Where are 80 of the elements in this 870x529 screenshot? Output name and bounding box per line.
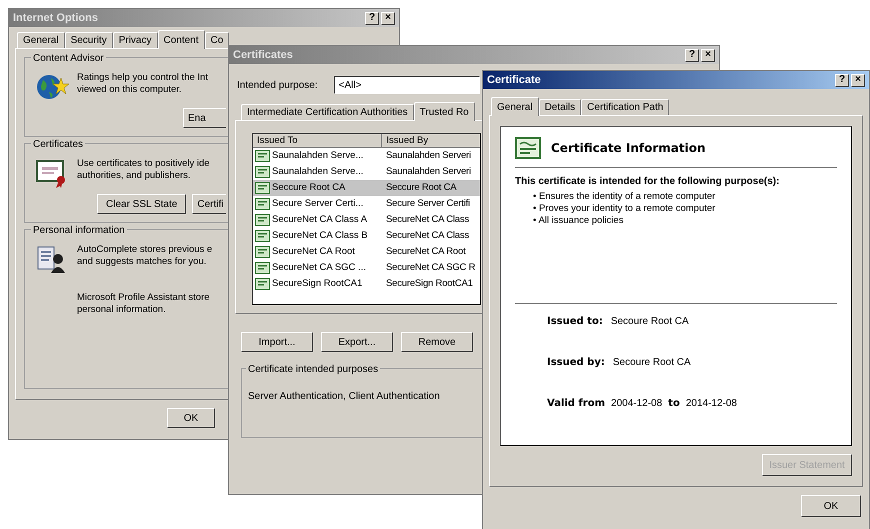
description-text: AutoComplete stores previous e and suggests matches for you.: [77, 244, 212, 268]
window-title: Certificate: [487, 72, 541, 88]
close-button[interactable]: ×: [851, 74, 865, 86]
button[interactable]: Remove: [401, 332, 473, 352]
globe-star-icon: [35, 72, 69, 102]
window-title: Certificates: [233, 48, 293, 63]
purpose-combobox[interactable]: <All>: [334, 76, 480, 94]
button[interactable]: Certifi: [192, 194, 226, 214]
purpose-item: • Proves your identity to a remote computer: [533, 203, 716, 215]
button[interactable]: OK: [801, 495, 861, 517]
certificate-icon: [255, 150, 270, 162]
purposes-text: Server Authentication, Client Authentication: [248, 390, 440, 404]
certificate-icon: [515, 137, 541, 159]
column-header[interactable]: Issued By: [382, 134, 480, 148]
tab[interactable]: Intermediate Certification Authorities: [241, 104, 414, 120]
button[interactable]: Clear SSL State: [97, 194, 186, 214]
table-cell-text: Saunalahden Serve...: [272, 148, 364, 163]
field-value: Secoure Root CA: [610, 315, 689, 329]
tab[interactable]: Details: [538, 99, 582, 115]
tab[interactable]: Co: [204, 32, 230, 48]
certificate-icon: [255, 230, 270, 242]
field-label: Issued to:: [547, 315, 603, 329]
tab[interactable]: Security: [64, 32, 113, 48]
field-value: 2014-12-08: [686, 397, 737, 411]
certificate-icon: [255, 262, 270, 274]
table-cell-text: SecureNet CA Class B: [272, 228, 368, 243]
help-button[interactable]: ?: [835, 74, 849, 86]
field-value: 2004-12-08: [611, 397, 662, 411]
purpose-item: • Ensures the identity of a remote computer: [533, 191, 716, 203]
certificate-icon: [255, 182, 270, 194]
table-cell-text: SecureNet CA SGC R: [385, 260, 476, 275]
field-label: to: [668, 397, 680, 411]
field-label: Intended purpose:: [237, 78, 318, 92]
close-button[interactable]: ×: [381, 12, 395, 24]
table-cell-text: SecureSign RootCA1: [272, 276, 362, 291]
purpose-intro: This certificate is intended for the following purpose(s):: [515, 175, 780, 189]
certificate-icon: [255, 214, 270, 226]
table-cell-text: Saunalahden Serveri: [385, 164, 471, 179]
tab[interactable]: Certification Path: [581, 99, 670, 115]
table-cell-text: SecureNet CA Root: [272, 244, 355, 259]
table-cell-text: Saunalahden Serveri: [385, 148, 471, 163]
tab[interactable]: General: [17, 32, 65, 48]
tab[interactable]: General: [491, 97, 539, 116]
table-cell-text: Secure Server Certi...: [272, 196, 364, 211]
description-text: Use certificates to positively ide authorities, and publishers.: [77, 158, 210, 182]
field-label: Valid from: [547, 397, 606, 411]
field-value: Secoure Root CA: [612, 356, 691, 370]
column-header[interactable]: Issued To: [253, 134, 382, 148]
tab[interactable]: Content: [158, 30, 205, 49]
table-cell-text: Seccure Root CA: [385, 180, 456, 195]
button[interactable]: OK: [167, 408, 215, 428]
certificate-icon: [255, 246, 270, 258]
table-cell-text: SecureNet CA SGC ...: [272, 260, 366, 275]
table-cell-text: SecureSign RootCA1: [385, 276, 473, 291]
certificate-icon: [255, 278, 270, 290]
table-cell-text: SecureNet CA Class A: [272, 212, 368, 227]
button[interactable]: Export...: [321, 332, 393, 352]
help-button[interactable]: ?: [685, 48, 699, 62]
section-heading: Certificate Information: [551, 140, 706, 157]
table-cell-text: Saunalahden Serve...: [272, 164, 364, 179]
list-row[interactable]: Seccure Root CA Seccure Root CA: [253, 180, 480, 196]
window-title: Internet Options: [13, 10, 98, 26]
help-button[interactable]: ?: [365, 12, 379, 24]
button[interactable]: Ena: [183, 108, 226, 128]
tab[interactable]: Trusted Ro: [414, 102, 475, 121]
field-label: Issued by:: [547, 356, 605, 370]
table-cell-text: SecureNet CA Class: [385, 228, 469, 243]
description-text: Ratings help you control the Int viewed on this computer.: [77, 72, 208, 96]
description-text: Microsoft Profile Assistant store personal information.: [77, 292, 211, 316]
table-cell-text: SecureNet CA Root: [385, 244, 466, 259]
table-cell-text: Secure Server Certifi: [385, 196, 470, 211]
certificate-icon: [255, 166, 270, 178]
close-button[interactable]: ×: [701, 48, 715, 62]
table-cell-text: SecureNet CA Class: [385, 212, 469, 227]
group-title: Certificate intended purposes: [246, 362, 380, 377]
table-cell-text: Seccure Root CA: [272, 180, 346, 195]
button[interactable]: Import...: [241, 332, 313, 352]
certificate-icon: [255, 198, 270, 210]
tab[interactable]: Privacy: [112, 32, 158, 48]
purpose-item: • All issuance policies: [533, 215, 624, 227]
